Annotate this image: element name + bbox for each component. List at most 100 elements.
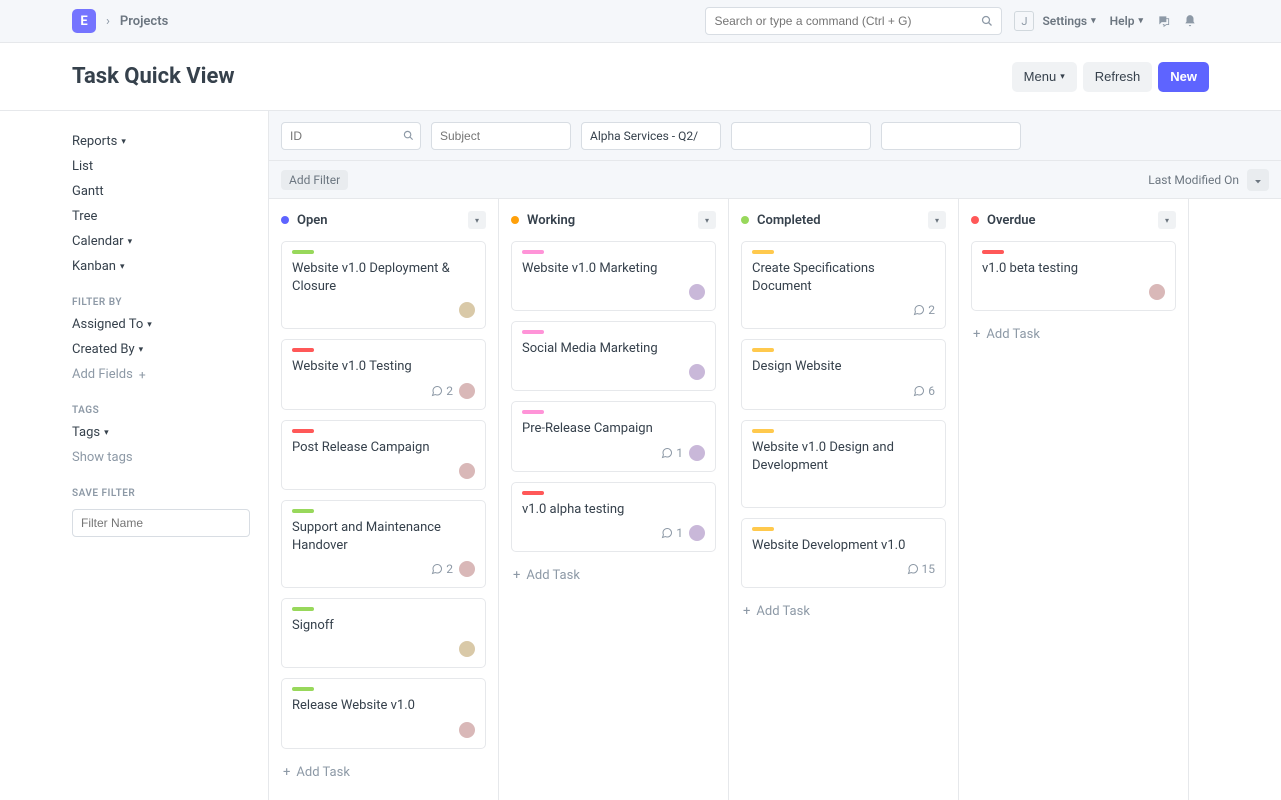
menu-button[interactable]: Menu▾	[1012, 62, 1077, 92]
sidebar-view-tree[interactable]: Tree	[72, 204, 268, 229]
sidebar-view-kanban[interactable]: Kanban▾	[72, 254, 268, 279]
column-title: Open	[297, 213, 468, 228]
comments-count: 2	[431, 384, 453, 398]
sidebar-item-label: List	[72, 159, 93, 174]
chevron-right-icon: ›	[106, 14, 110, 29]
add-task-button[interactable]: +Add Task	[741, 598, 946, 625]
kanban-card[interactable]: Create Specifications Document2	[741, 241, 946, 329]
add-fields-link[interactable]: Add Fields+	[72, 362, 268, 387]
card-footer	[292, 722, 475, 738]
filter-name-input[interactable]	[72, 509, 250, 537]
sort-direction-button[interactable]	[1247, 169, 1269, 191]
kanban-card[interactable]: Design Website 6	[741, 339, 946, 409]
user-avatar-badge[interactable]: J	[1014, 11, 1034, 31]
column-title: Completed	[757, 213, 928, 228]
comments-count: 6	[913, 384, 935, 398]
bell-icon[interactable]	[1183, 14, 1197, 28]
filter-subject-input[interactable]	[440, 129, 562, 143]
card-footer	[292, 641, 475, 657]
settings-link[interactable]: Settings▾	[1042, 14, 1095, 28]
assignee-avatar	[689, 284, 705, 300]
add-task-button[interactable]: +Add Task	[281, 759, 486, 786]
filter-id-input[interactable]	[290, 129, 412, 143]
kanban-card[interactable]: Website v1.0 Deployment & Closure	[281, 241, 486, 329]
column-menu-button[interactable]: ▾	[698, 211, 716, 229]
kanban-card[interactable]: Release Website v1.0	[281, 678, 486, 748]
priority-pill-icon	[522, 330, 544, 334]
plus-icon: +	[973, 327, 980, 342]
plus-icon: +	[139, 368, 146, 382]
kanban-card[interactable]: Website Development v1.015	[741, 518, 946, 588]
global-search[interactable]	[705, 7, 1002, 35]
sidebar-item-label: Tree	[72, 209, 97, 224]
search-input[interactable]	[714, 14, 981, 28]
filter-empty-2[interactable]	[881, 122, 1021, 150]
kanban-card[interactable]: Signoff	[281, 598, 486, 668]
sidebar-view-gantt[interactable]: Gantt	[72, 179, 268, 204]
sidebar-view-calendar[interactable]: Calendar▾	[72, 229, 268, 254]
card-footer	[752, 481, 935, 497]
comments-count: 15	[907, 562, 936, 576]
filter-by-heading: FILTER BY	[72, 279, 268, 312]
caret-down-icon: ▾	[139, 345, 144, 355]
priority-pill-icon	[292, 509, 314, 513]
help-link[interactable]: Help▾	[1110, 14, 1143, 28]
kanban-card[interactable]: v1.0 alpha testing1	[511, 482, 716, 552]
filter-id[interactable]	[281, 122, 421, 150]
show-tags-link[interactable]: Show tags	[72, 445, 268, 470]
refresh-button[interactable]: Refresh	[1083, 62, 1153, 92]
add-task-button[interactable]: +Add Task	[971, 321, 1176, 348]
filter-project-value: Alpha Services - Q2/	[590, 129, 698, 143]
filter-empty-1[interactable]	[731, 122, 871, 150]
breadcrumb-projects[interactable]: Projects	[120, 14, 168, 29]
card-footer: 15	[752, 561, 935, 577]
add-filter-button[interactable]: Add Filter	[281, 170, 348, 190]
assignee-avatar	[459, 302, 475, 318]
sidebar-view-list[interactable]: List	[72, 154, 268, 179]
plus-icon: +	[513, 568, 520, 583]
caret-down-icon: ▾	[1060, 71, 1065, 82]
card-title: v1.0 alpha testing	[522, 501, 705, 519]
filter-subject[interactable]	[431, 122, 571, 150]
kanban-card[interactable]: v1.0 beta testing	[971, 241, 1176, 311]
caret-down-icon: ▾	[1091, 16, 1096, 26]
assignee-avatar	[459, 641, 475, 657]
save-filter-heading: SAVE FILTER	[72, 470, 268, 503]
kanban-column-overdue: Overdue▾v1.0 beta testing+Add Task	[959, 199, 1189, 800]
kanban-card[interactable]: Social Media Marketing	[511, 321, 716, 391]
page-title: Task Quick View	[72, 64, 1006, 89]
kanban-card[interactable]: Website v1.0 Design and Development	[741, 420, 946, 508]
card-footer	[292, 463, 475, 479]
kanban-card[interactable]: Post Release Campaign	[281, 420, 486, 490]
app-logo[interactable]: E	[72, 9, 96, 33]
status-dot-icon	[511, 216, 519, 224]
column-menu-button[interactable]: ▾	[1158, 211, 1176, 229]
content-area: Alpha Services - Q2/ Add Filter Last Mod…	[268, 111, 1281, 800]
filter-project[interactable]: Alpha Services - Q2/	[581, 122, 721, 150]
caret-down-icon: ▾	[104, 428, 109, 438]
kanban-card[interactable]: Pre-Release Campaign1	[511, 401, 716, 471]
column-menu-button[interactable]: ▾	[928, 211, 946, 229]
new-button[interactable]: New	[1158, 62, 1209, 92]
sort-label[interactable]: Last Modified On	[1148, 173, 1239, 187]
status-dot-icon	[741, 216, 749, 224]
sidebar-item-label: Calendar	[72, 234, 124, 249]
card-title: Website v1.0 Marketing	[522, 260, 705, 278]
chat-icon[interactable]	[1157, 14, 1171, 28]
assignee-avatar	[689, 364, 705, 380]
column-menu-button[interactable]: ▾	[468, 211, 486, 229]
card-title: Design Website	[752, 358, 935, 376]
sidebar-filter-created-by[interactable]: Created By▾	[72, 337, 268, 362]
column-header: Completed▾	[741, 211, 946, 229]
kanban-card[interactable]: Support and Maintenance Handover2	[281, 500, 486, 588]
sidebar-view-reports[interactable]: Reports▾	[72, 129, 268, 154]
sidebar-item-label: Assigned To	[72, 317, 143, 332]
tags-dropdown[interactable]: Tags▾	[72, 420, 268, 445]
page-header: Task Quick View Menu▾ Refresh New	[0, 43, 1281, 111]
kanban-card[interactable]: Website v1.0 Marketing	[511, 241, 716, 311]
kanban-card[interactable]: Website v1.0 Testing2	[281, 339, 486, 409]
priority-pill-icon	[292, 250, 314, 254]
add-task-button[interactable]: +Add Task	[511, 562, 716, 589]
assignee-avatar	[459, 561, 475, 577]
sidebar-filter-assigned-to[interactable]: Assigned To▾	[72, 312, 268, 337]
